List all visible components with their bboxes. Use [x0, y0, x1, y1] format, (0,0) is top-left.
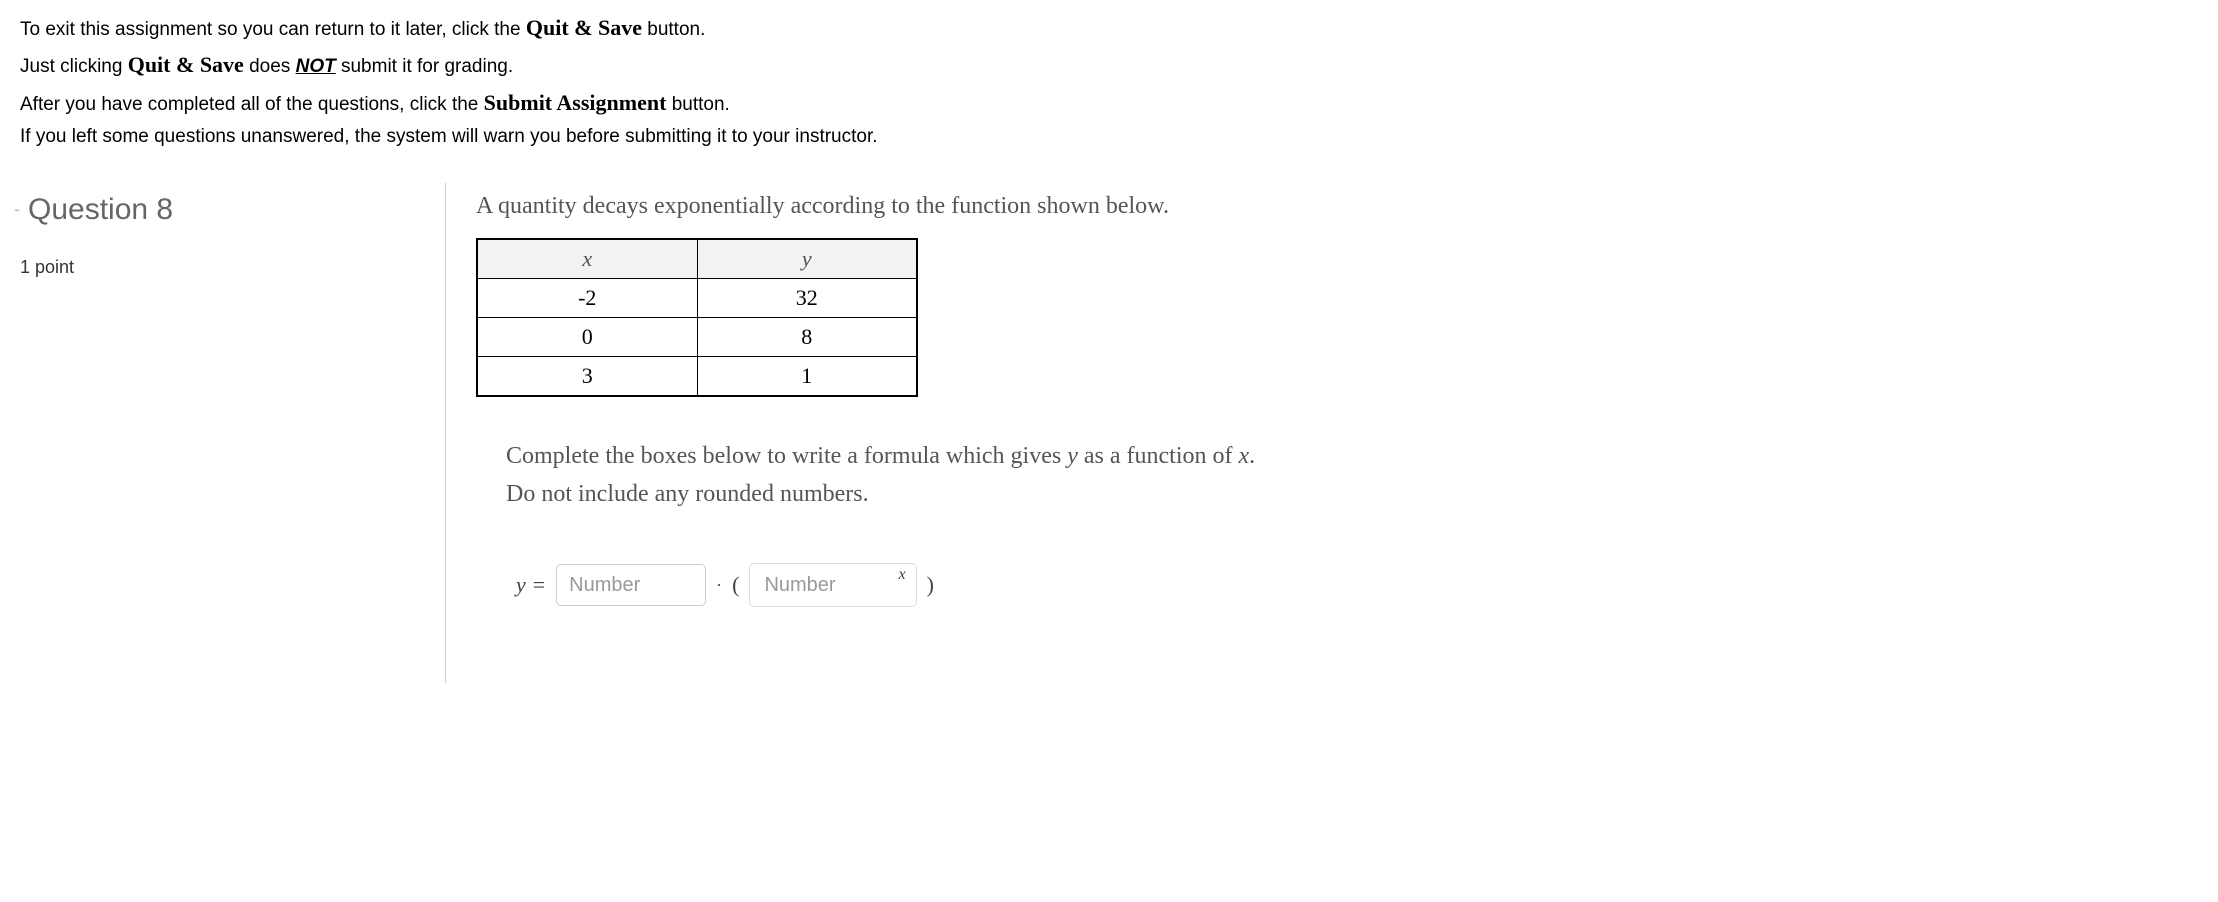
cell-y: 8 [697, 317, 917, 356]
question-points: 1 point [20, 257, 445, 278]
text: . [1249, 443, 1255, 469]
quit-save-label: Quit & Save [526, 15, 642, 40]
main-area: - Question 8 1 point A quantity decays e… [20, 183, 2198, 683]
var-x: x [1238, 443, 1249, 469]
text: button. [642, 19, 705, 40]
formula-instructions: Complete the boxes below to write a form… [506, 437, 2198, 514]
instruction-line-3: After you have completed all of the ques… [20, 85, 2198, 120]
cell-x: 0 [477, 317, 697, 356]
var-y: y [1067, 443, 1078, 469]
text: as a function of [1078, 443, 1239, 469]
cell-y: 32 [697, 278, 917, 317]
base-exponent-group: x [749, 563, 916, 607]
question-content: A quantity decays exponentially accordin… [476, 183, 2198, 683]
base-input[interactable] [760, 568, 890, 602]
question-title: Question 8 [28, 193, 173, 227]
text: To exit this assignment so you can retur… [20, 19, 526, 40]
left-paren: ( [732, 572, 739, 598]
question-title-row: - Question 8 [20, 193, 445, 227]
text: Complete the boxes below to write a form… [506, 443, 1067, 469]
cell-y: 1 [697, 356, 917, 396]
vertical-divider [445, 183, 446, 683]
submit-assignment-label: Submit Assignment [484, 90, 667, 115]
not-emphasis: NOT [296, 56, 336, 77]
col-header-x: x [477, 239, 697, 279]
right-paren: ) [927, 572, 934, 598]
question-sidebar: - Question 8 1 point [20, 183, 445, 683]
instruction-text-2: Do not include any rounded numbers. [506, 475, 2198, 513]
table-row: 3 1 [477, 356, 917, 396]
cell-x: 3 [477, 356, 697, 396]
coefficient-input[interactable] [556, 564, 706, 606]
table-row: 0 8 [477, 317, 917, 356]
text: does [244, 56, 296, 77]
exponent-x: x [898, 566, 905, 584]
quit-save-label: Quit & Save [128, 52, 244, 77]
text: Just clicking [20, 56, 128, 77]
instruction-line-4: If you left some questions unanswered, t… [20, 122, 2198, 152]
collapse-icon[interactable]: - [14, 199, 20, 220]
multiply-dot: · [716, 575, 722, 596]
y-equals: y = [516, 572, 546, 598]
formula-row: y = · ( x ) [516, 563, 2198, 607]
data-table: x y -2 32 0 8 3 1 [476, 238, 918, 397]
text: submit it for grading. [336, 56, 513, 77]
col-header-y: y [697, 239, 917, 279]
question-prompt: A quantity decays exponentially accordin… [476, 193, 2198, 220]
instruction-line-1: To exit this assignment so you can retur… [20, 10, 2198, 45]
text: After you have completed all of the ques… [20, 94, 484, 115]
instructions-block: To exit this assignment so you can retur… [20, 10, 2198, 153]
instruction-line-2: Just clicking Quit & Save does NOT submi… [20, 47, 2198, 82]
cell-x: -2 [477, 278, 697, 317]
table-row: -2 32 [477, 278, 917, 317]
text: button. [666, 94, 729, 115]
instruction-text-1: Complete the boxes below to write a form… [506, 437, 2198, 475]
